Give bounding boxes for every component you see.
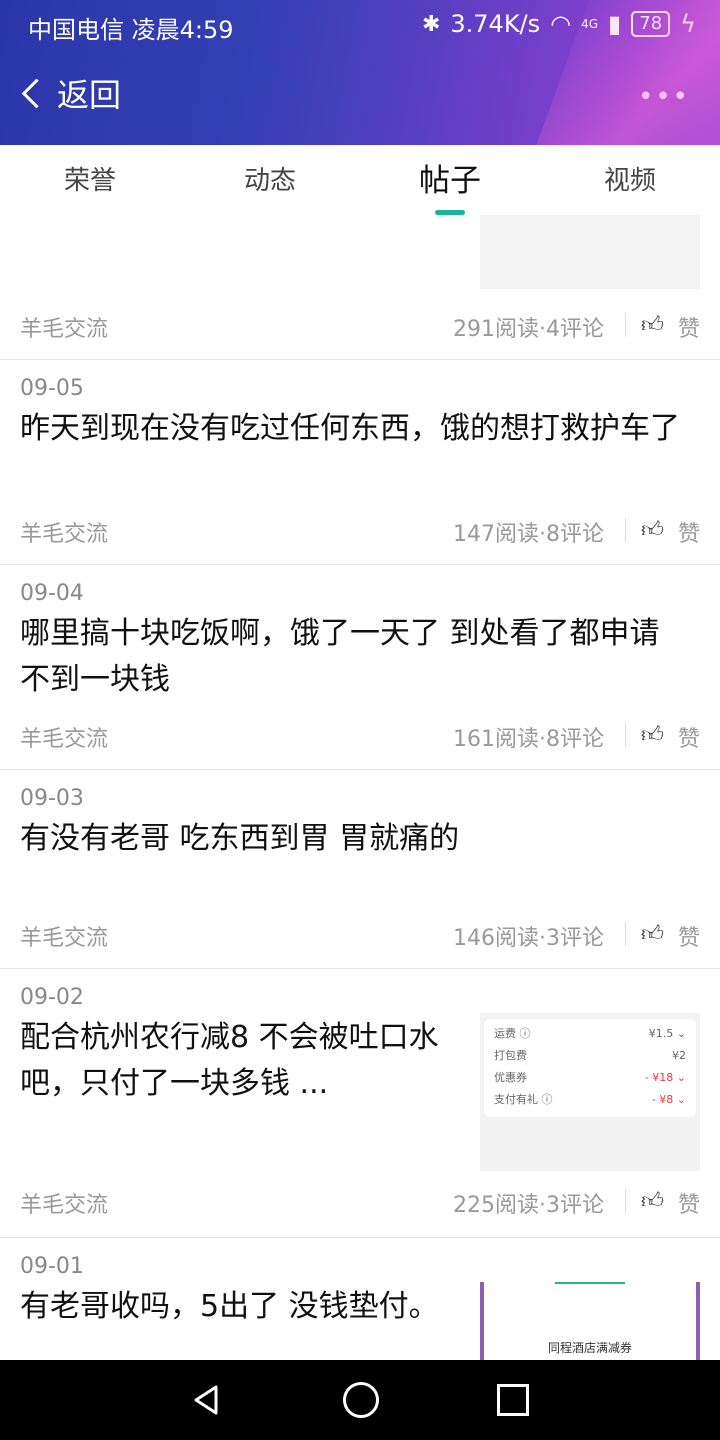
system-navigation-bar xyxy=(0,1360,720,1440)
tab-videos[interactable]: 视频 xyxy=(540,145,720,215)
like-button[interactable]: 赞 xyxy=(678,721,700,753)
battery-level: 78 xyxy=(631,11,671,37)
chevron-left-icon xyxy=(21,78,52,108)
post-meta: 羊毛交流 225阅读·3评论 👍︎ 赞 xyxy=(20,1187,700,1219)
tab-honor[interactable]: 荣誉 xyxy=(0,145,180,215)
thumb-row: 打包费 ¥2 xyxy=(494,1049,686,1062)
post-meta: 羊毛交流 146阅读·3评论 👍︎ 赞 xyxy=(20,920,700,952)
network-speed: 3.74K/s xyxy=(450,10,541,38)
post-date: 09-04 xyxy=(20,581,84,606)
post-category: 羊毛交流 xyxy=(20,1193,109,1218)
divider xyxy=(625,1189,626,1213)
thumbs-up-icon[interactable]: 👍︎ xyxy=(641,920,664,947)
like-button[interactable]: 赞 xyxy=(678,311,700,343)
back-triangle-icon[interactable] xyxy=(190,1384,222,1416)
post-date: 09-05 xyxy=(20,376,84,401)
post-title[interactable]: 有没有老哥 吃东西到胃 胃就痛的 xyxy=(20,816,680,862)
wifi-icon: ◠ xyxy=(550,10,572,38)
post-stats: 225阅读·3评论 xyxy=(453,1193,604,1218)
post-title[interactable]: 配合杭州农行减8 不会被吐口水吧，只付了一块多钱 ... xyxy=(20,1015,470,1107)
thumb-row: 优惠券 - ¥18 ⌄ xyxy=(494,1071,686,1084)
post-category: 羊毛交流 xyxy=(20,727,109,752)
thumbs-up-icon[interactable]: 👍︎ xyxy=(641,721,664,748)
post-category: 羊毛交流 xyxy=(20,522,109,547)
post-title[interactable]: 昨天到现在没有吃过任何东西，饿的想打救护车了 xyxy=(20,406,680,452)
thumbs-up-icon[interactable]: 👍︎ xyxy=(641,516,664,543)
post-category: 羊毛交流 xyxy=(20,317,109,342)
divider xyxy=(625,518,626,542)
list-item[interactable]: 09-03 有没有老哥 吃东西到胃 胃就痛的 羊毛交流 146阅读·3评论 👍︎… xyxy=(0,770,720,969)
post-category: 羊毛交流 xyxy=(20,926,109,951)
signal-icon: ▮ xyxy=(608,10,622,38)
post-thumbnail: 运费 ⓘ ¥1.5 ⌄ 打包费 ¥2 优惠券 - ¥18 ⌄ 支付有礼 ⓘ - ¥8 ⌄ xyxy=(480,1013,700,1171)
like-button[interactable]: 赞 xyxy=(678,1187,700,1219)
app-header: 中国电信 凌晨4:59 ✱ 3.74K/s ◠ 4G ▮ 78 ϟ 返回 ••• xyxy=(0,0,720,145)
post-stats: 147阅读·8评论 xyxy=(453,522,604,547)
back-button[interactable]: 返回 xyxy=(18,70,121,116)
post-date: 09-02 xyxy=(20,985,84,1010)
tab-label: 荣誉 xyxy=(63,166,116,196)
divider xyxy=(625,922,626,946)
post-stats: 161阅读·8评论 xyxy=(453,727,604,752)
post-stats: 291阅读·4评论 xyxy=(453,317,604,342)
tab-label: 动态 xyxy=(243,166,296,196)
post-title[interactable]: 哪里搞十块吃饭啊，饿了一天了 到处看了都申请不到一块钱 xyxy=(20,611,680,703)
thumb-row: 运费 ⓘ ¥1.5 ⌄ xyxy=(494,1027,686,1040)
tab-activity[interactable]: 动态 xyxy=(180,145,360,215)
post-date: 09-01 xyxy=(20,1254,84,1279)
tab-label: 视频 xyxy=(603,166,656,196)
post-meta: 羊毛交流 161阅读·8评论 👍︎ 赞 xyxy=(20,721,700,753)
like-button[interactable]: 赞 xyxy=(678,920,700,952)
list-item[interactable]: 09-01 有老哥收吗，5出了 没钱垫付。 同程酒店满减券 xyxy=(0,1238,720,1360)
list-item[interactable]: 09-05 昨天到现在没有吃过任何东西，饿的想打救护车了 羊毛交流 147阅读·… xyxy=(0,360,720,565)
post-title[interactable]: 有老哥收吗，5出了 没钱垫付。 xyxy=(20,1284,470,1330)
tab-posts[interactable]: 帖子 xyxy=(360,145,540,215)
tab-label: 帖子 xyxy=(419,163,481,199)
home-circle-icon[interactable] xyxy=(343,1382,379,1418)
thumb-accent-line xyxy=(555,1282,625,1284)
divider xyxy=(625,723,626,747)
post-thumbnail xyxy=(480,215,700,289)
more-options-icon[interactable]: ••• xyxy=(638,82,690,112)
carrier-time: 中国电信 凌晨4:59 xyxy=(28,16,234,44)
divider xyxy=(625,313,626,337)
like-button[interactable]: 赞 xyxy=(678,516,700,548)
post-date: 09-03 xyxy=(20,786,84,811)
status-bar: 中国电信 凌晨4:59 ✱ 3.74K/s ◠ 4G ▮ 78 ϟ xyxy=(0,0,720,50)
back-label: 返回 xyxy=(57,76,122,114)
thumb-caption: 同程酒店满减券 xyxy=(547,1341,632,1355)
list-item[interactable]: 09-04 哪里搞十块吃饭啊，饿了一天了 到处看了都申请不到一块钱 羊毛交流 1… xyxy=(0,565,720,770)
list-item[interactable]: 羊毛交流 291阅读·4评论 👍︎ 赞 xyxy=(0,215,720,360)
post-thumbnail: 同程酒店满减券 xyxy=(480,1282,700,1360)
network-type: 4G xyxy=(581,17,599,31)
post-stats: 146阅读·3评论 xyxy=(453,926,604,951)
post-list: 羊毛交流 291阅读·4评论 👍︎ 赞 09-05 昨天到现在没有吃过任何东西，… xyxy=(0,215,720,1360)
profile-tabs: 荣誉 动态 帖子 视频 xyxy=(0,145,720,215)
status-icons: ✱ 3.74K/s ◠ 4G ▮ 78 ϟ xyxy=(422,10,696,38)
charging-icon: ϟ xyxy=(680,10,696,38)
post-meta: 羊毛交流 291阅读·4评论 👍︎ 赞 xyxy=(20,311,700,343)
nav-bar: 返回 ••• xyxy=(0,70,720,130)
thumb-row: 支付有礼 ⓘ - ¥8 ⌄ xyxy=(494,1093,686,1106)
bluetooth-icon: ✱ xyxy=(421,11,441,37)
thumbs-up-icon[interactable]: 👍︎ xyxy=(641,311,664,338)
thumbs-up-icon[interactable]: 👍︎ xyxy=(641,1187,664,1214)
list-item[interactable]: 09-02 配合杭州农行减8 不会被吐口水吧，只付了一块多钱 ... 运费 ⓘ ¥… xyxy=(0,969,720,1238)
post-meta: 羊毛交流 147阅读·8评论 👍︎ 赞 xyxy=(20,516,700,548)
recents-square-icon[interactable] xyxy=(497,1384,529,1416)
